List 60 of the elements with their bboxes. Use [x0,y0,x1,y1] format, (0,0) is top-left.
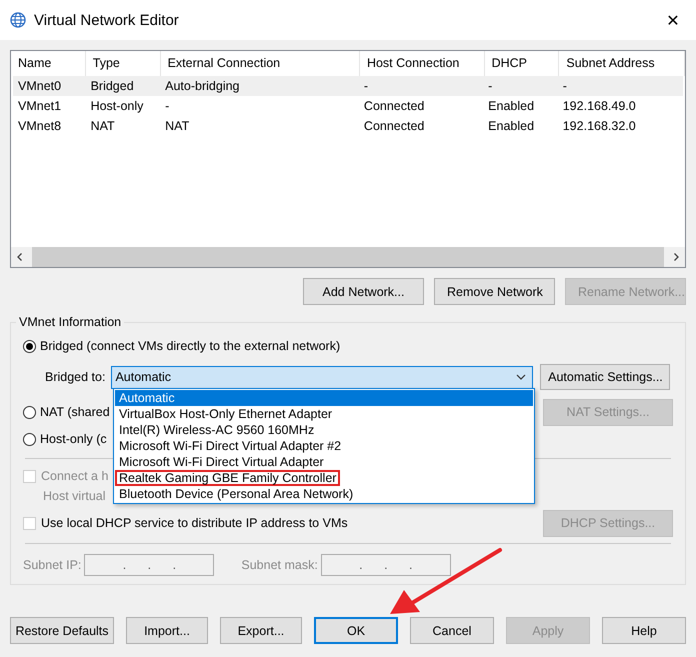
dropdown-option[interactable]: Intel(R) Wireless-AC 9560 160MHz [115,422,533,438]
checkbox-label: Connect a h [41,469,108,483]
table-cell-text: 192.168.32.0 [562,119,637,133]
table-cell-text: VMnet0 [17,79,62,93]
network-button[interactable]: Remove Network [434,278,555,305]
table-cell-text: Enabled [487,119,536,133]
adapter-name-label: Host virtual [43,489,106,503]
bridged-to-label: Bridged to: [45,370,106,384]
window-title: Virtual Network Editor [34,12,180,28]
table-cell-text: VMnet1 [17,99,62,113]
dropdown-option[interactable]: Microsoft Wi-Fi Direct Virtual Adapter [115,454,533,470]
table-row[interactable]: VMnet8 NAT NAT Connected Enabled 192.168.32.0 [13,116,683,136]
table-cell-text: Auto-bridging [164,79,240,93]
dialog-button[interactable]: OK [314,617,398,644]
table-cell-text: - [164,99,170,113]
dropdown-option[interactable]: VirtualBox Host-Only Ethernet Adapter [115,406,533,422]
table-cell-text: Enabled [487,99,536,113]
radio-button[interactable] [23,432,36,446]
scroll-left-icon[interactable] [15,252,25,262]
table-row[interactable]: VMnet1 Host-only - Connected Enabled 192.168.49.0 [13,96,683,116]
checkbox-label: Use local DHCP service to distribute IP address to VMs [41,516,348,530]
table-cell-text: VMnet8 [17,119,62,133]
table-cell-text: Connected [362,99,426,113]
table-cell-text: Connected [362,119,426,133]
radio-label: Bridged (connect VMs directly to the external network) [40,339,340,353]
dropdown-option[interactable]: Realtek Gaming GBE Family Controller [115,470,340,486]
table-cell-text: NAT [90,119,116,133]
bridged-to-dropdown[interactable]: Automatic [111,366,534,388]
automatic-settings-button[interactable]: Automatic Settings... [540,364,670,390]
close-button[interactable]: ✕ [650,0,696,40]
network-button[interactable]: Add Network... [303,278,424,305]
table-cell-text: - [562,79,568,93]
scrollbar-thumb[interactable] [32,247,664,267]
subnet-mask-label: Subnet mask: [241,558,318,572]
dropdown-option[interactable]: Bluetooth Device (Personal Area Network) [115,486,533,502]
table-cell-text: - [487,79,494,93]
radio-button[interactable] [23,340,36,352]
dialog-button[interactable]: Cancel [410,617,494,644]
dropdown-option[interactable]: Microsoft Wi-Fi Direct Virtual Adapter #2 [115,438,533,454]
group-title: VMnet Information [16,315,124,329]
radio-button[interactable] [23,406,36,418]
globe-icon [10,12,26,28]
subnet-ip-label: Subnet IP: [23,558,82,572]
table-cell-text: Bridged [90,79,135,93]
scroll-right-icon[interactable] [671,252,681,262]
subnet-mask-field[interactable]: . . . [320,554,451,576]
chevron-down-icon [516,374,526,380]
dialog-button[interactable]: Help [602,617,686,644]
dialog-button[interactable]: Export... [220,617,302,644]
dialog-button[interactable]: Import... [126,617,208,644]
table-cell-text: 192.168.49.0 [562,99,637,113]
dialog-button[interactable]: Restore Defaults [10,617,114,644]
radio-label: Host-only (c [40,432,107,446]
radio-label: NAT (shared [40,405,110,419]
table-cell-text: Host-only [90,99,144,113]
dropdown-option[interactable]: Automatic [115,390,533,406]
table-cell-text: - [362,79,370,93]
subnet-ip-field[interactable]: . . . [84,554,214,576]
table-row[interactable]: VMnet0 Bridged Auto-bridging - - - [13,76,683,96]
table-cell-text: NAT [164,119,190,133]
